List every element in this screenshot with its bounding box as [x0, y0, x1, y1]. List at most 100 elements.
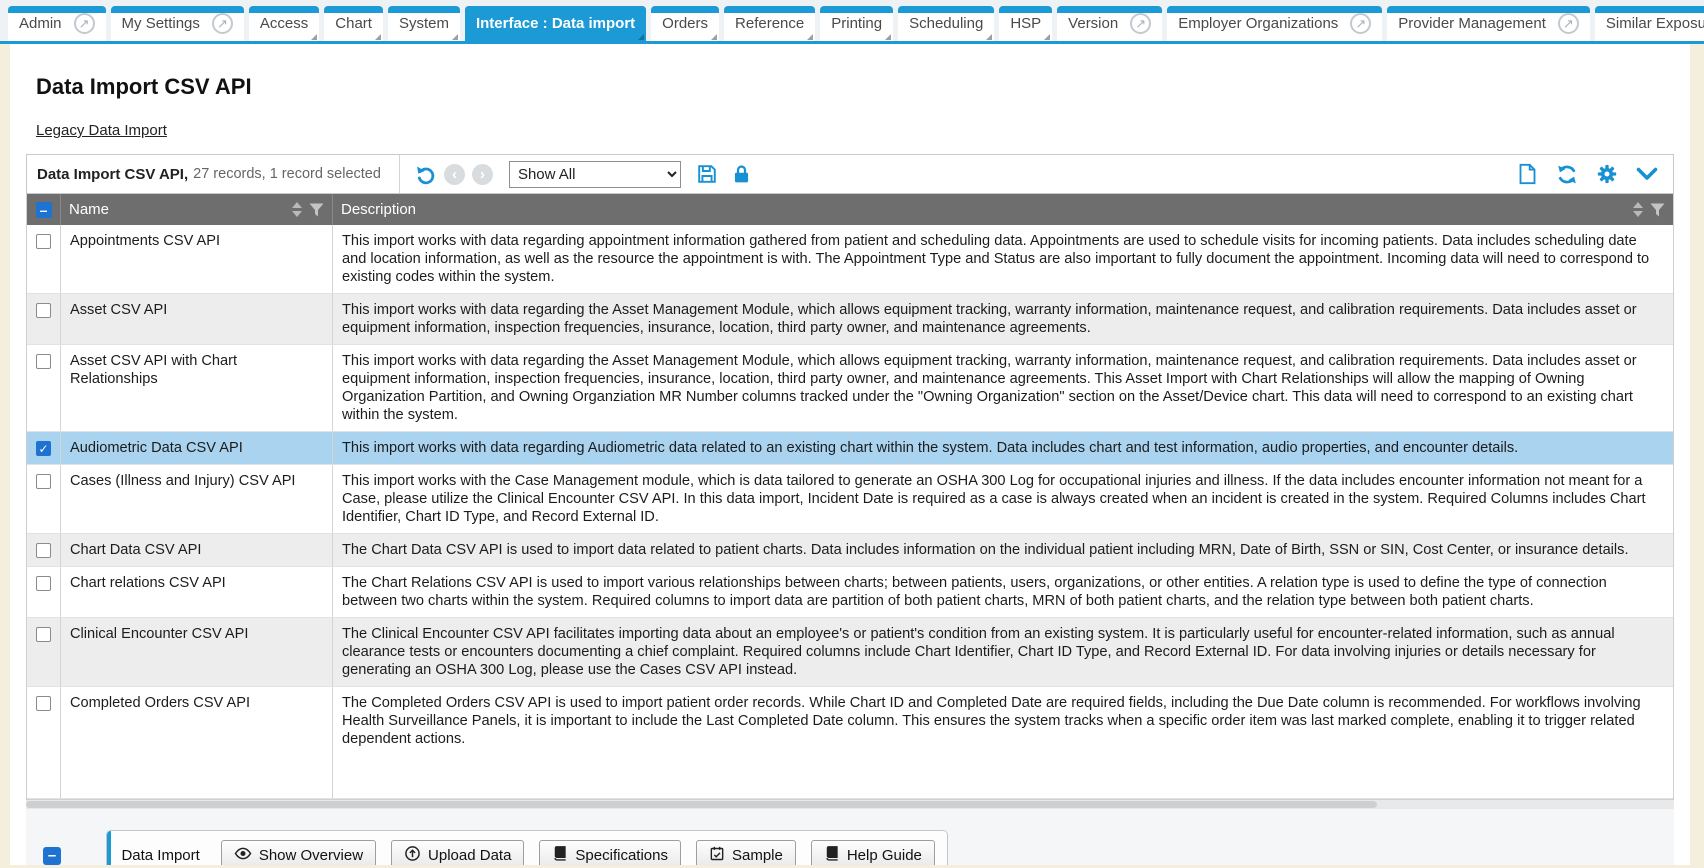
settings-gear-icon[interactable]	[1596, 163, 1618, 185]
filter-select[interactable]: Show All	[509, 161, 681, 188]
legacy-data-import-link[interactable]: Legacy Data Import	[36, 122, 167, 139]
tab-my-settings[interactable]: My Settings ↗	[111, 6, 244, 41]
chevron-down-icon[interactable]	[1635, 165, 1659, 183]
row-checkbox-cell	[27, 534, 61, 566]
undo-icon[interactable]	[414, 163, 437, 186]
row-name: Clinical Encounter CSV API	[61, 618, 333, 686]
save-icon[interactable]	[696, 163, 718, 185]
nav-tab-label: Printing	[831, 15, 882, 32]
row-checkbox[interactable]	[36, 234, 51, 249]
tab-dropdown-corner-icon	[311, 34, 317, 40]
filter-funnel-icon[interactable]	[309, 203, 324, 217]
tab-access[interactable]: Access	[249, 6, 319, 41]
row-checkbox[interactable]	[36, 543, 51, 558]
nav-tab-label: Access	[260, 15, 308, 32]
nav-tab-label: Interface : Data import	[476, 15, 635, 32]
tab-provider-management[interactable]: Provider Management ↗	[1387, 6, 1590, 41]
sort-icon[interactable]	[292, 202, 302, 217]
tab-employer-organizations[interactable]: Employer Organizations ↗	[1167, 6, 1382, 41]
table-row[interactable]: Asset CSV API This import works with dat…	[27, 294, 1673, 345]
page-title: Data Import CSV API	[10, 44, 1690, 100]
tab-similar-exposure-groups-se[interactable]: Similar Exposure Groups (SE	[1595, 6, 1704, 41]
table-row[interactable]: Chart Data CSV API The Chart Data CSV AP…	[27, 534, 1673, 567]
tab-hsp[interactable]: HSP	[999, 6, 1052, 41]
tab-reference[interactable]: Reference	[724, 6, 815, 41]
row-checkbox-cell	[27, 567, 61, 617]
tab-system[interactable]: System	[388, 6, 460, 41]
row-description: The Completed Orders CSV API is used to …	[333, 687, 1673, 798]
row-name: Asset CSV API with Chart Relationships	[61, 345, 333, 431]
row-checkbox-cell	[27, 294, 61, 344]
tab-admin[interactable]: Admin ↗	[8, 6, 106, 41]
table-row[interactable]: Appointments CSV API This import works w…	[27, 225, 1673, 294]
row-checkbox-cell: ✓	[27, 432, 61, 464]
external-link-icon[interactable]: ↗	[1350, 13, 1371, 34]
row-checkbox[interactable]	[36, 474, 51, 489]
show-overview-button[interactable]: Show Overview	[221, 840, 376, 865]
refresh-icon[interactable]	[1555, 163, 1579, 186]
row-checkbox[interactable]	[36, 354, 51, 369]
tab-data-import[interactable]: Data Import	[107, 847, 205, 864]
external-link-icon[interactable]: ↗	[1130, 13, 1151, 34]
tab-dropdown-corner-icon	[375, 34, 381, 40]
select-all-checkbox[interactable]: –	[36, 202, 52, 218]
table-row[interactable]: Clinical Encounter CSV API The Clinical …	[27, 618, 1673, 687]
name-column-header[interactable]: Name	[61, 194, 333, 225]
external-link-icon[interactable]: ↗	[74, 13, 95, 34]
tab-dropdown-corner-icon	[1044, 34, 1050, 40]
lock-icon[interactable]	[731, 163, 752, 185]
specifications-button[interactable]: Specifications	[539, 840, 681, 865]
nav-tab-label: Similar Exposure Groups (SE	[1606, 15, 1704, 32]
nav-tab-label: HSP	[1010, 15, 1041, 32]
row-checkbox-cell	[27, 687, 61, 798]
tab-scheduling[interactable]: Scheduling	[898, 6, 994, 41]
row-description: This import works with data regarding th…	[333, 345, 1673, 431]
row-checkbox[interactable]	[36, 303, 51, 318]
table-row[interactable]: Chart relations CSV API The Chart Relati…	[27, 567, 1673, 618]
row-name: Asset CSV API	[61, 294, 333, 344]
external-link-icon[interactable]: ↗	[212, 13, 233, 34]
data-grid: – Name Description Appointment	[26, 194, 1674, 800]
grid-title: Data Import CSV API,	[37, 166, 188, 183]
tab-version[interactable]: Version ↗	[1057, 6, 1162, 41]
table-row[interactable]: Asset CSV API with Chart Relationships T…	[27, 345, 1673, 432]
scrollbar-thumb[interactable]	[26, 801, 1377, 808]
next-record-icon[interactable]: ›	[472, 164, 493, 185]
tab-orders[interactable]: Orders	[651, 6, 719, 41]
tab-printing[interactable]: Printing	[820, 6, 893, 41]
upload-data-button[interactable]: Upload Data	[391, 840, 524, 865]
previous-record-icon[interactable]: ‹	[444, 164, 465, 185]
help-guide-button[interactable]: Help Guide	[811, 840, 935, 865]
book-icon	[552, 845, 568, 865]
nav-tab-label: Provider Management	[1398, 15, 1546, 32]
nav-tab-label: Chart	[335, 15, 372, 32]
table-row[interactable]: ✓ Audiometric Data CSV API This import w…	[27, 432, 1673, 465]
row-checkbox[interactable]	[36, 696, 51, 711]
top-tab-bar: Admin ↗ My Settings ↗ Access Chart Syste…	[0, 0, 1704, 44]
tab-chart[interactable]: Chart	[324, 6, 383, 41]
table-row[interactable]: Cases (Illness and Injury) CSV API This …	[27, 465, 1673, 534]
filter-funnel-icon[interactable]	[1650, 203, 1665, 217]
tab-dropdown-corner-icon	[638, 34, 644, 40]
horizontal-scrollbar[interactable]	[26, 800, 1674, 809]
records-summary: 27 records, 1 record selected	[193, 166, 381, 182]
row-checkbox[interactable]	[36, 576, 51, 591]
row-name: Cases (Illness and Injury) CSV API	[61, 465, 333, 533]
row-description: The Chart Data CSV API is used to import…	[333, 534, 1673, 566]
collapse-section-button[interactable]: –	[43, 847, 61, 865]
new-record-icon[interactable]	[1517, 162, 1538, 186]
book-icon	[824, 845, 840, 865]
row-checkbox[interactable]	[36, 627, 51, 642]
tab-dropdown-corner-icon	[986, 34, 992, 40]
table-row[interactable]: Completed Orders CSV API The Completed O…	[27, 687, 1673, 799]
row-checkbox[interactable]: ✓	[36, 441, 51, 456]
nav-tab-label: Reference	[735, 15, 804, 32]
external-link-icon[interactable]: ↗	[1558, 13, 1579, 34]
tab-dropdown-corner-icon	[807, 34, 813, 40]
tab-interface-data-import[interactable]: Interface : Data import	[465, 6, 646, 41]
sort-icon[interactable]	[1633, 202, 1643, 217]
row-name: Audiometric Data CSV API	[61, 432, 333, 464]
sample-button[interactable]: Sample	[696, 840, 796, 865]
description-column-header[interactable]: Description	[333, 194, 1673, 225]
detail-panel: Data Import Show Overview Upload Data Sp…	[106, 830, 947, 865]
